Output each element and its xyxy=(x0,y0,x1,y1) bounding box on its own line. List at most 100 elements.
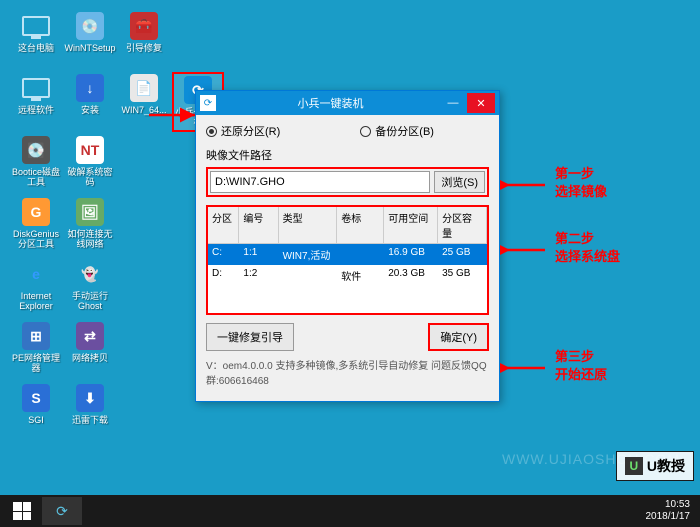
manual-ghost-label: 手动运行Ghost xyxy=(64,292,116,312)
sgi-icon: S xyxy=(20,382,52,414)
backup-radio[interactable]: 备份分区(B) xyxy=(360,123,434,139)
remote-soft-icon xyxy=(20,72,52,104)
desktop-icon-pe-net-mgr[interactable]: ⊞PE网络管理器 xyxy=(10,320,62,380)
desktop-icon-wifi-connect[interactable]: 🖼如何连接无线网络 xyxy=(64,196,116,256)
logo-icon: U xyxy=(625,457,643,475)
partition-table-highlight: 分区 编号 类型 卷标 可用空间 分区容量 C:1:1WIN7,活动16.9 G… xyxy=(206,205,489,315)
logo-text: U教授 xyxy=(647,456,685,476)
install-label: 安装 xyxy=(81,106,99,116)
remote-soft-label: 远程软件 xyxy=(18,106,54,116)
step3-title: 第三步 xyxy=(555,348,607,366)
backup-radio-label: 备份分区(B) xyxy=(375,123,434,139)
path-label: 映像文件路径 xyxy=(206,147,489,163)
installer-window: ⟳ 小兵一键装机 — ✕ 还原分区(R) 备份分区(B) 映像文件路径 浏览(S… xyxy=(195,90,500,402)
step1-title: 第一步 xyxy=(555,165,607,183)
desktop-icon-crack-pwd[interactable]: NT破解系统密码 xyxy=(64,134,116,194)
this-pc-label: 这台电脑 xyxy=(18,44,54,54)
browse-button[interactable]: 浏览(S) xyxy=(434,171,485,193)
desktop-icon-sgi[interactable]: S SGI xyxy=(10,382,62,442)
table-header: 分区 编号 类型 卷标 可用空间 分区容量 xyxy=(208,207,487,244)
taskbar-app[interactable]: ⟳ xyxy=(42,497,82,525)
cell: 16.9 GB xyxy=(384,244,438,265)
arrow-to-window xyxy=(147,105,202,125)
image-path-input[interactable] xyxy=(210,171,430,193)
arrow-step2 xyxy=(500,240,550,260)
desktop-icon-net-clone[interactable]: ⇄ 网络拷贝 xyxy=(64,320,116,380)
windows-logo-icon xyxy=(13,502,31,520)
net-clone-label: 网络拷贝 xyxy=(72,354,108,364)
confirm-button[interactable]: 确定(Y) xyxy=(428,323,489,351)
diskgenius-label: DiskGenius分区工具 xyxy=(10,230,62,250)
titlebar: ⟳ 小兵一键装机 — ✕ xyxy=(196,91,499,115)
col-partition: 分区 xyxy=(208,207,239,243)
step2-title: 第二步 xyxy=(555,230,620,248)
cell: C: xyxy=(208,244,239,265)
desktop-icon-this-pc[interactable]: 这台电脑 xyxy=(10,10,62,70)
desktop-icon-ie[interactable]: eInternet Explorer xyxy=(10,258,62,318)
win7-64-icon: 📄 xyxy=(128,72,160,104)
bootice-disk-icon: 💽 xyxy=(20,134,52,166)
desktop-icon-remote-soft[interactable]: 远程软件 xyxy=(10,72,62,132)
desktop-icon-xunlei[interactable]: ⬇ 迅雷下载 xyxy=(64,382,116,442)
ie-label: Internet Explorer xyxy=(10,292,62,312)
this-pc-icon xyxy=(20,10,52,42)
pe-net-mgr-icon: ⊞ xyxy=(20,320,52,352)
desktop-icon-boot-repair[interactable]: 🧰 引导修复 xyxy=(118,10,170,70)
xunlei-label: 迅雷下载 xyxy=(72,416,108,426)
cell: 1:1 xyxy=(239,244,278,265)
col-index: 编号 xyxy=(239,207,278,243)
step3-annotation: 第三步 开始还原 xyxy=(555,348,607,384)
table-row[interactable]: D:1:2软件20.3 GB35 GB xyxy=(208,265,487,286)
close-button[interactable]: ✕ xyxy=(467,93,495,113)
step3-sub: 开始还原 xyxy=(555,366,607,384)
desktop-icon-diskgenius[interactable]: GDiskGenius分区工具 xyxy=(10,196,62,256)
minimize-button[interactable]: — xyxy=(439,93,467,113)
app-icon: ⟳ xyxy=(200,95,216,111)
install-icon: ↓ xyxy=(74,72,106,104)
cell: 35 GB xyxy=(438,265,487,286)
crack-pwd-label: 破解系统密码 xyxy=(64,168,116,188)
cell: 软件 xyxy=(337,265,384,286)
step1-sub: 选择镜像 xyxy=(555,183,607,201)
net-clone-icon: ⇄ xyxy=(74,320,106,352)
tray-time: 10:53 xyxy=(646,499,691,511)
manual-ghost-icon: 👻 xyxy=(74,258,106,290)
desktop-icon-install[interactable]: ↓ 安装 xyxy=(64,72,116,132)
status-text: V：oem4.0.0.0 支持多种镜像,多系统引导自动修复 问题反馈QQ群:60… xyxy=(206,357,489,387)
col-label: 卷标 xyxy=(337,207,384,243)
repair-boot-button[interactable]: 一键修复引导 xyxy=(206,323,294,351)
cell: 1:2 xyxy=(239,265,278,286)
cell xyxy=(337,244,384,265)
desktop-icons: 这台电脑💿WinNTSetup🧰引导修复远程软件↓安装📄WIN7_64...⟳小… xyxy=(10,10,226,444)
table-row[interactable]: C:1:1WIN7,活动16.9 GB25 GB xyxy=(208,244,487,265)
wifi-connect-icon: 🖼 xyxy=(74,196,106,228)
taskbar: ⟳ 10:53 2018/1/17 xyxy=(0,495,700,527)
bootice-disk-label: Bootice磁盘工具 xyxy=(10,168,62,188)
winntsetup-icon: 💿 xyxy=(74,10,106,42)
step2-annotation: 第二步 选择系统盘 xyxy=(555,230,620,266)
col-free: 可用空间 xyxy=(384,207,438,243)
diskgenius-icon: G xyxy=(20,196,52,228)
xunlei-icon: ⬇ xyxy=(74,382,106,414)
window-title: 小兵一键装机 xyxy=(222,95,439,111)
col-size: 分区容量 xyxy=(438,207,487,243)
winntsetup-label: WinNTSetup xyxy=(64,44,115,54)
boot-repair-label: 引导修复 xyxy=(126,44,162,54)
logo-badge: U U教授 xyxy=(616,451,694,481)
desktop-icon-winntsetup[interactable]: 💿 WinNTSetup xyxy=(64,10,116,70)
arrow-step1 xyxy=(500,175,550,195)
restore-radio[interactable]: 还原分区(R) xyxy=(206,123,280,139)
cell: 25 GB xyxy=(438,244,487,265)
step2-sub: 选择系统盘 xyxy=(555,248,620,266)
system-tray[interactable]: 10:53 2018/1/17 xyxy=(646,499,697,523)
col-type: 类型 xyxy=(279,207,338,243)
cell: D: xyxy=(208,265,239,286)
wifi-connect-label: 如何连接无线网络 xyxy=(64,230,116,250)
start-button[interactable] xyxy=(4,497,40,525)
boot-repair-icon: 🧰 xyxy=(128,10,160,42)
sgi-label: SGI xyxy=(28,416,44,426)
cell xyxy=(279,265,338,286)
desktop-icon-bootice-disk[interactable]: 💽Bootice磁盘工具 xyxy=(10,134,62,194)
desktop-icon-manual-ghost[interactable]: 👻手动运行Ghost xyxy=(64,258,116,318)
arrow-step3 xyxy=(500,358,550,378)
